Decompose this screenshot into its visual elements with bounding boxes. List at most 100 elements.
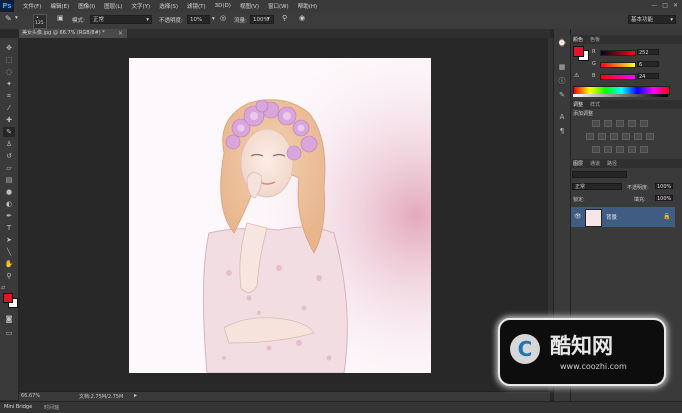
black-white-icon[interactable] bbox=[610, 133, 618, 140]
chevron-down-icon[interactable]: ▾ bbox=[212, 16, 215, 22]
dodge-tool-icon[interactable]: ◐ bbox=[3, 199, 15, 209]
fill-input[interactable]: 100% bbox=[655, 195, 673, 202]
lasso-tool-icon[interactable]: ◌ bbox=[3, 67, 15, 77]
threshold-icon[interactable] bbox=[616, 146, 624, 153]
paragraph-panel-icon[interactable]: ¶ bbox=[557, 127, 567, 136]
eyedropper-tool-icon[interactable]: ⁄ bbox=[3, 103, 15, 113]
tab-paths[interactable]: 路径 bbox=[607, 160, 617, 167]
color-lookup-icon[interactable] bbox=[646, 133, 654, 140]
menu-3d[interactable]: 3D(D) bbox=[215, 3, 231, 9]
menu-image[interactable]: 图像(I) bbox=[78, 2, 95, 10]
menu-layer[interactable]: 图层(L) bbox=[104, 2, 122, 10]
tab-layers[interactable]: 图层 bbox=[573, 160, 583, 167]
tab-timeline[interactable]: 时间轴 bbox=[44, 404, 59, 411]
brush-tool-icon[interactable]: ✎ bbox=[3, 127, 15, 137]
tab-channels[interactable]: 通道 bbox=[590, 160, 600, 167]
swap-colors-icon[interactable]: ⇄ bbox=[1, 285, 5, 291]
r-slider[interactable] bbox=[600, 50, 636, 56]
workspace-select[interactable]: 基本功能 ▾ bbox=[628, 15, 676, 24]
pressure-opacity-icon[interactable]: ◎ bbox=[220, 14, 226, 22]
clone-stamp-tool-icon[interactable]: ♙ bbox=[3, 139, 15, 149]
b-slider[interactable] bbox=[600, 74, 636, 80]
path-selection-tool-icon[interactable]: ➤ bbox=[3, 235, 15, 245]
magic-wand-tool-icon[interactable]: ✦ bbox=[3, 79, 15, 89]
chevron-down-icon[interactable]: ▾ bbox=[267, 16, 270, 22]
menu-select[interactable]: 选择(S) bbox=[159, 2, 178, 10]
gradient-map-icon[interactable] bbox=[640, 146, 648, 153]
brightness-contrast-icon[interactable] bbox=[592, 120, 600, 127]
history-panel-icon[interactable]: ⌚ bbox=[557, 39, 567, 48]
selective-color-icon[interactable] bbox=[628, 146, 636, 153]
pen-tool-icon[interactable]: ✒ bbox=[3, 211, 15, 221]
menu-file[interactable]: 文件(F) bbox=[23, 2, 41, 10]
opacity-input[interactable]: 10% bbox=[187, 15, 210, 24]
menu-type[interactable]: 文字(Y) bbox=[132, 2, 151, 10]
invert-icon[interactable] bbox=[592, 146, 600, 153]
airbrush-icon[interactable]: ⚲ bbox=[282, 14, 287, 22]
menu-window[interactable]: 窗口(W) bbox=[268, 2, 289, 10]
status-menu-arrow-icon[interactable]: ▸ bbox=[134, 392, 137, 399]
type-tool-icon[interactable]: T bbox=[3, 223, 15, 233]
move-tool-icon[interactable]: ✥ bbox=[3, 43, 15, 53]
close-button[interactable]: ✕ bbox=[673, 2, 678, 9]
g-slider[interactable] bbox=[600, 62, 636, 68]
eye-icon[interactable]: 👁 bbox=[574, 213, 582, 220]
blend-mode-select[interactable]: 正常 bbox=[572, 183, 622, 190]
zoom-level[interactable]: 66.67% bbox=[21, 393, 40, 399]
chevron-down-icon[interactable]: ▾ bbox=[15, 15, 18, 21]
healing-brush-tool-icon[interactable]: ✚ bbox=[3, 115, 15, 125]
menu-edit[interactable]: 编辑(E) bbox=[50, 2, 69, 10]
line-tool-icon[interactable]: ╲ bbox=[3, 247, 15, 257]
brush-panel-icon[interactable]: ✎ bbox=[557, 91, 567, 100]
brush-panel-toggle-icon[interactable]: ▣ bbox=[57, 14, 64, 22]
brush-preset-picker[interactable]: • 125 bbox=[33, 14, 47, 29]
curves-icon[interactable] bbox=[616, 120, 624, 127]
hue-saturation-icon[interactable] bbox=[586, 133, 594, 140]
vibrance-icon[interactable] bbox=[640, 120, 648, 127]
minimize-button[interactable]: — bbox=[651, 2, 657, 9]
brush-tool-icon[interactable]: ✎ bbox=[5, 14, 12, 23]
menu-filter[interactable]: 滤镜(T) bbox=[187, 2, 206, 10]
close-tab-icon[interactable]: × bbox=[118, 30, 123, 37]
foreground-color-swatch[interactable] bbox=[3, 293, 13, 303]
screen-mode-icon[interactable]: ▭ bbox=[3, 328, 15, 338]
crop-tool-icon[interactable]: ⌗ bbox=[3, 91, 15, 101]
tab-color[interactable]: 颜色 bbox=[573, 36, 583, 43]
tab-adjustments[interactable]: 调整 bbox=[573, 101, 583, 108]
maximize-button[interactable]: □ bbox=[662, 2, 668, 9]
marquee-tool-icon[interactable]: ⬚ bbox=[3, 55, 15, 65]
tab-styles[interactable]: 样式 bbox=[590, 101, 600, 108]
menu-view[interactable]: 视图(V) bbox=[240, 2, 259, 10]
document-canvas[interactable] bbox=[129, 58, 431, 373]
layer-opacity-input[interactable]: 100% bbox=[655, 183, 673, 190]
layer-filter-select[interactable] bbox=[572, 171, 627, 178]
eraser-tool-icon[interactable]: ▱ bbox=[3, 163, 15, 173]
foreground-color-swatch[interactable] bbox=[573, 46, 584, 57]
tab-mini-bridge[interactable]: Mini Bridge bbox=[4, 404, 32, 410]
flow-input[interactable]: 100% bbox=[250, 15, 274, 24]
layer-row[interactable]: 👁 背景 🔒 bbox=[571, 207, 675, 227]
quick-mask-icon[interactable]: ◙ bbox=[3, 314, 15, 324]
zoom-tool-icon[interactable]: ⚲ bbox=[3, 271, 15, 281]
tab-swatches[interactable]: 色板 bbox=[590, 36, 600, 43]
photo-filter-icon[interactable] bbox=[622, 133, 630, 140]
levels-icon[interactable] bbox=[604, 120, 612, 127]
history-brush-tool-icon[interactable]: ↺ bbox=[3, 151, 15, 161]
r-input[interactable]: 252 bbox=[637, 49, 659, 56]
gradient-tool-icon[interactable]: ▤ bbox=[3, 175, 15, 185]
exposure-icon[interactable] bbox=[628, 120, 636, 127]
grayscale-ramp[interactable] bbox=[573, 94, 668, 97]
blur-tool-icon[interactable]: ● bbox=[3, 187, 15, 197]
b-input[interactable]: 24 bbox=[637, 73, 659, 80]
document-tab[interactable]: 美女头像.jpg @ 66.7% (RGB/8#) * bbox=[19, 29, 127, 38]
menu-help[interactable]: 帮助(H) bbox=[298, 2, 317, 10]
properties-panel-icon[interactable]: ▦ bbox=[557, 63, 567, 72]
g-input[interactable]: 6 bbox=[637, 61, 659, 68]
info-panel-icon[interactable]: ⓘ bbox=[557, 77, 567, 86]
mode-select[interactable]: 正常 ▾ bbox=[90, 15, 152, 24]
hand-tool-icon[interactable]: ✋ bbox=[3, 259, 15, 269]
channel-mixer-icon[interactable] bbox=[634, 133, 642, 140]
posterize-icon[interactable] bbox=[604, 146, 612, 153]
color-balance-icon[interactable] bbox=[598, 133, 606, 140]
character-panel-icon[interactable]: A bbox=[557, 113, 567, 122]
